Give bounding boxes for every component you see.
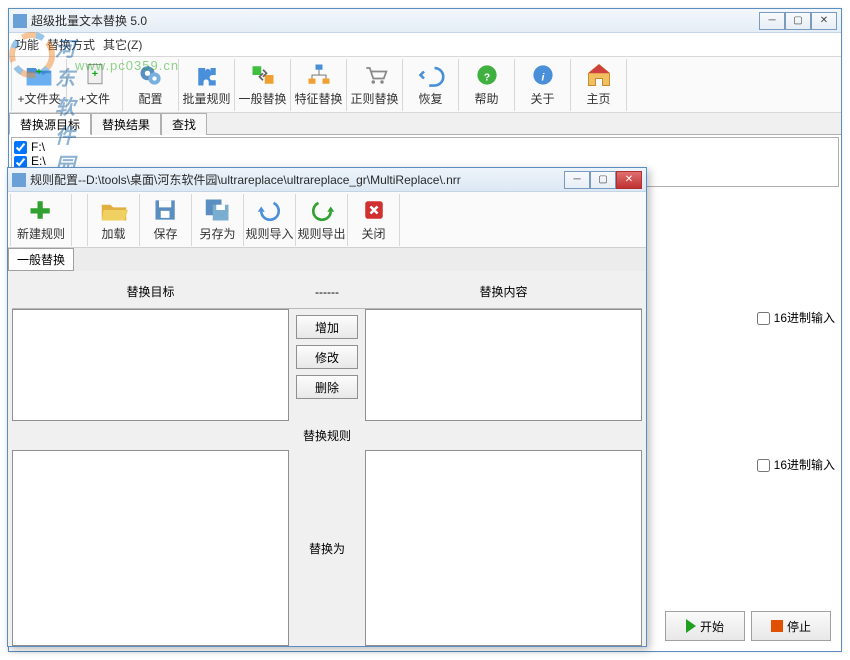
action-buttons: 开始 停止: [665, 611, 831, 641]
home-icon: [585, 62, 613, 88]
svg-text:+: +: [91, 68, 97, 80]
dialog-body: 替换目标 ------ 替换内容 增加 修改 删除 替换规则 替换为: [8, 271, 646, 650]
target-textarea[interactable]: [12, 309, 289, 421]
regex-replace-button[interactable]: 正则替换: [347, 59, 403, 111]
app-icon: [13, 14, 27, 28]
rules-left-list[interactable]: [12, 450, 289, 646]
swap-icon: [249, 62, 277, 88]
new-rule-dropdown[interactable]: [72, 194, 88, 246]
menu-replace-mode[interactable]: 替换方式: [47, 36, 95, 53]
main-tabs: 替换源目标 替换结果 查找: [9, 113, 841, 135]
source-checkbox-0[interactable]: [14, 141, 27, 154]
main-lower: 16进制输入 16进制输入: [757, 309, 835, 603]
dialog-headers: 替换目标 ------ 替换内容: [12, 275, 642, 309]
new-rule-button[interactable]: 新建规则: [10, 194, 72, 246]
save-as-button[interactable]: 另存为: [192, 194, 244, 246]
add-folder-button[interactable]: + +文件夹: [11, 59, 67, 111]
cart-icon: [361, 62, 389, 88]
dialog-window-controls: ─ ▢ ✕: [564, 171, 642, 189]
undo-icon: [417, 62, 445, 88]
folder-plus-icon: +: [25, 62, 53, 88]
main-titlebar[interactable]: 超级批量文本替换 5.0 ─ ▢ ✕: [9, 9, 841, 33]
puzzle-icon: [193, 62, 221, 88]
info-icon: i: [529, 62, 557, 88]
svg-text:?: ?: [483, 71, 489, 83]
hex-check-upper[interactable]: 16进制输入: [757, 309, 835, 326]
play-icon: [686, 619, 696, 633]
tree-icon: [305, 62, 333, 88]
menubar: 功能 替换方式 其它(Z): [9, 33, 841, 57]
header-target: 替换目标: [12, 275, 289, 309]
import-icon: [256, 197, 284, 223]
close-icon: [360, 197, 388, 223]
maximize-button[interactable]: ▢: [785, 12, 811, 30]
tab-source[interactable]: 替换源目标: [9, 113, 91, 135]
close-button[interactable]: ✕: [811, 12, 837, 30]
tab-find[interactable]: 查找: [161, 113, 207, 135]
main-toolbar: + +文件夹 + +文件 配置 批量规则 一般替换 特征替换 正则替换: [9, 57, 841, 113]
dialog-toolbar: 新建规则 加载 保存 另存为 规则导入 规则导出 关闭: [8, 192, 646, 248]
header-dash: ------: [289, 275, 365, 309]
folder-open-icon: [100, 197, 128, 223]
add-button[interactable]: 增加: [296, 315, 358, 339]
rule-export-button[interactable]: 规则导出: [296, 194, 348, 246]
minimize-button[interactable]: ─: [759, 12, 785, 30]
help-icon: ?: [473, 62, 501, 88]
start-button[interactable]: 开始: [665, 611, 745, 641]
stop-button[interactable]: 停止: [751, 611, 831, 641]
plus-icon: [27, 197, 55, 223]
hex-checkbox-2[interactable]: [757, 459, 770, 472]
config-button[interactable]: 配置: [123, 59, 179, 111]
hex-check-lower[interactable]: 16进制输入: [757, 456, 835, 473]
help-button[interactable]: ? 帮助: [459, 59, 515, 111]
hex-checkbox-1[interactable]: [757, 312, 770, 325]
header-content: 替换内容: [365, 275, 642, 309]
edit-buttons: 增加 修改 删除: [289, 309, 365, 421]
main-title: 超级批量文本替换 5.0: [31, 12, 759, 29]
source-item-0[interactable]: F:\: [14, 140, 836, 154]
delete-button[interactable]: 删除: [296, 375, 358, 399]
gear-icon: [137, 62, 165, 88]
about-button[interactable]: i 关于: [515, 59, 571, 111]
content-textarea[interactable]: [365, 309, 642, 421]
rule-import-button[interactable]: 规则导入: [244, 194, 296, 246]
dialog-rules-row: 替换为: [12, 450, 642, 646]
menu-other[interactable]: 其它(Z): [103, 36, 142, 53]
dialog-tab-general[interactable]: 一般替换: [8, 248, 74, 271]
dialog-titlebar[interactable]: 规则配置--D:\tools\桌面\河东软件园\ultrareplace\ult…: [8, 168, 646, 192]
dialog-close-button[interactable]: ✕: [616, 171, 642, 189]
save-icon: [152, 197, 180, 223]
rules-config-dialog: 规则配置--D:\tools\桌面\河东软件园\ultrareplace\ult…: [7, 167, 647, 647]
dialog-icon: [12, 173, 26, 187]
file-plus-icon: +: [81, 62, 109, 88]
window-controls: ─ ▢ ✕: [759, 12, 837, 30]
dialog-maximize-button[interactable]: ▢: [590, 171, 616, 189]
batch-rules-button[interactable]: 批量规则: [179, 59, 235, 111]
dialog-title: 规则配置--D:\tools\桌面\河东软件园\ultrareplace\ult…: [30, 171, 564, 188]
stop-icon: [771, 620, 783, 632]
restore-button[interactable]: 恢复: [403, 59, 459, 111]
dialog-tabs: 一般替换: [8, 248, 646, 271]
svg-text:+: +: [36, 66, 42, 78]
modify-button[interactable]: 修改: [296, 345, 358, 369]
export-icon: [308, 197, 336, 223]
load-button[interactable]: 加载: [88, 194, 140, 246]
save-button[interactable]: 保存: [140, 194, 192, 246]
save-as-icon: [204, 197, 232, 223]
dialog-minimize-button[interactable]: ─: [564, 171, 590, 189]
dialog-close-toolbar-button[interactable]: 关闭: [348, 194, 400, 246]
tab-result[interactable]: 替换结果: [91, 113, 161, 135]
rules-header: 替换规则: [12, 421, 642, 450]
homepage-button[interactable]: 主页: [571, 59, 627, 111]
general-replace-button[interactable]: 一般替换: [235, 59, 291, 111]
add-file-button[interactable]: + +文件: [67, 59, 123, 111]
rules-right-list[interactable]: [365, 450, 642, 646]
feature-replace-button[interactable]: 特征替换: [291, 59, 347, 111]
menu-function[interactable]: 功能: [15, 36, 39, 53]
dialog-edit-row: 增加 修改 删除: [12, 309, 642, 421]
replace-as-label: 替换为: [289, 450, 365, 646]
